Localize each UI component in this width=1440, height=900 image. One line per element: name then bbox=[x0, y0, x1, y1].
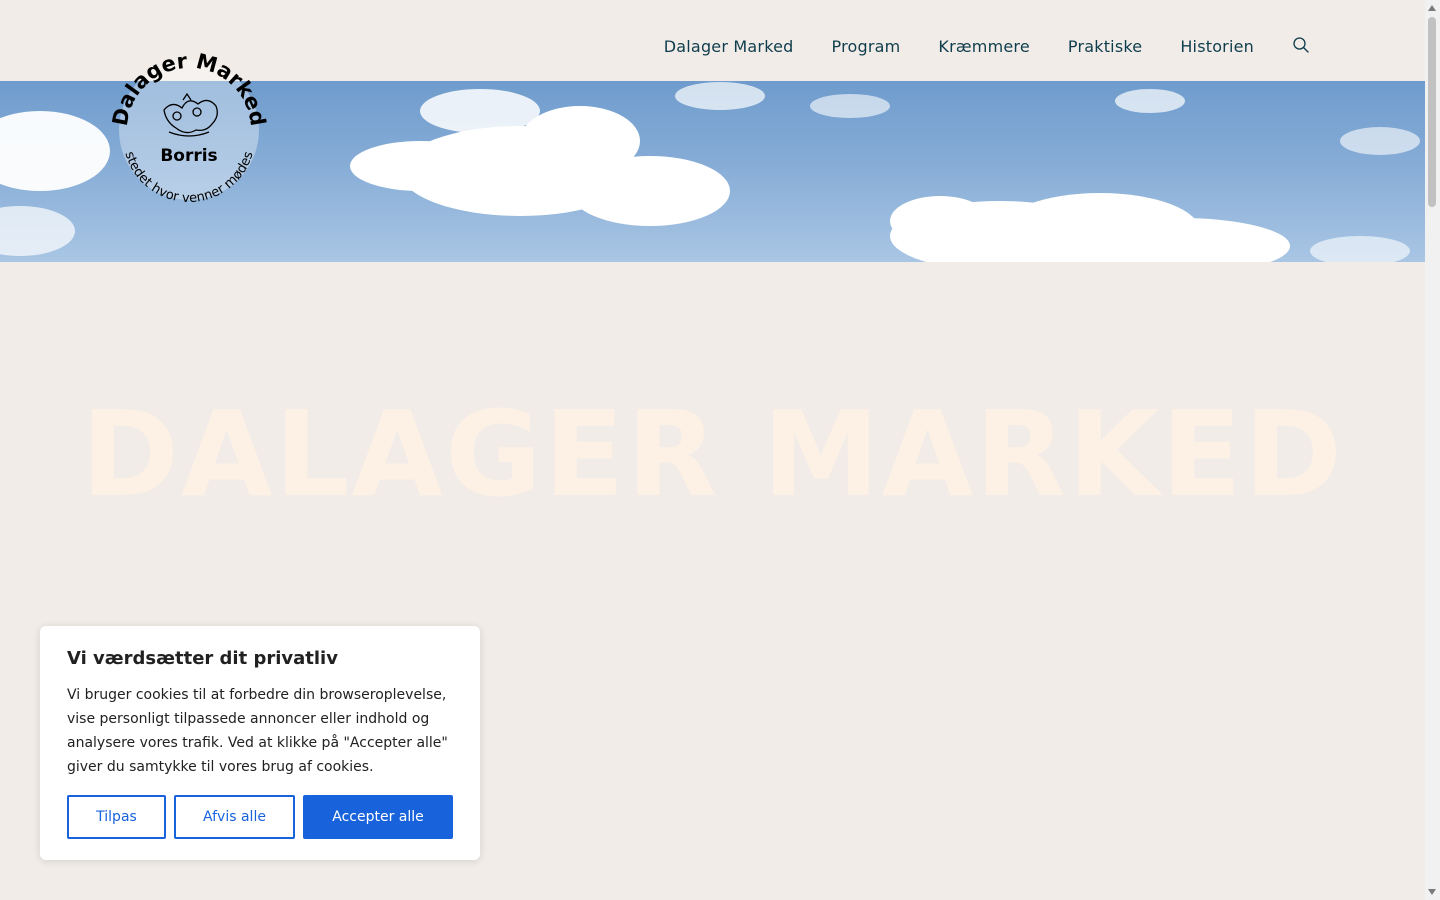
page: Dalager Marked Program Kræmmere Praktisk… bbox=[0, 0, 1425, 900]
cookie-body: Vi bruger cookies til at forbedre din br… bbox=[67, 687, 448, 775]
nav-item-program[interactable]: Program bbox=[832, 37, 901, 56]
accept-all-button[interactable]: Accepter alle bbox=[303, 795, 453, 839]
reject-all-button[interactable]: Afvis alle bbox=[174, 795, 295, 839]
cookie-button-row: Tilpas Afvis alle Accepter alle bbox=[67, 795, 461, 839]
hero-title: DALAGER MARKED bbox=[81, 385, 1344, 523]
customize-button[interactable]: Tilpas bbox=[67, 795, 166, 839]
nav-item-praktiske[interactable]: Praktiske bbox=[1068, 37, 1142, 56]
site-logo[interactable]: Dalager Marked stedet hvor venner mødes … bbox=[108, 48, 270, 208]
scrollbar-thumb[interactable] bbox=[1428, 17, 1436, 207]
cookie-title: Vi værdsætter dit privatliv bbox=[67, 648, 338, 669]
search-icon[interactable] bbox=[1292, 36, 1310, 54]
vertical-scrollbar[interactable] bbox=[1425, 0, 1440, 900]
main-nav: Dalager Marked Program Kræmmere Praktisk… bbox=[626, 36, 1310, 56]
cookie-consent-dialog: Vi værdsætter dit privatliv Vi bruger co… bbox=[40, 626, 480, 860]
nav-item-kraemmere[interactable]: Kræmmere bbox=[938, 37, 1029, 56]
scroll-up-arrow-icon[interactable] bbox=[1428, 5, 1436, 11]
nav-item-historien[interactable]: Historien bbox=[1180, 37, 1254, 56]
nav-item-dalager-marked[interactable]: Dalager Marked bbox=[664, 37, 794, 56]
scroll-down-arrow-icon[interactable] bbox=[1428, 889, 1436, 895]
logo-center-text: Borris bbox=[160, 146, 217, 166]
